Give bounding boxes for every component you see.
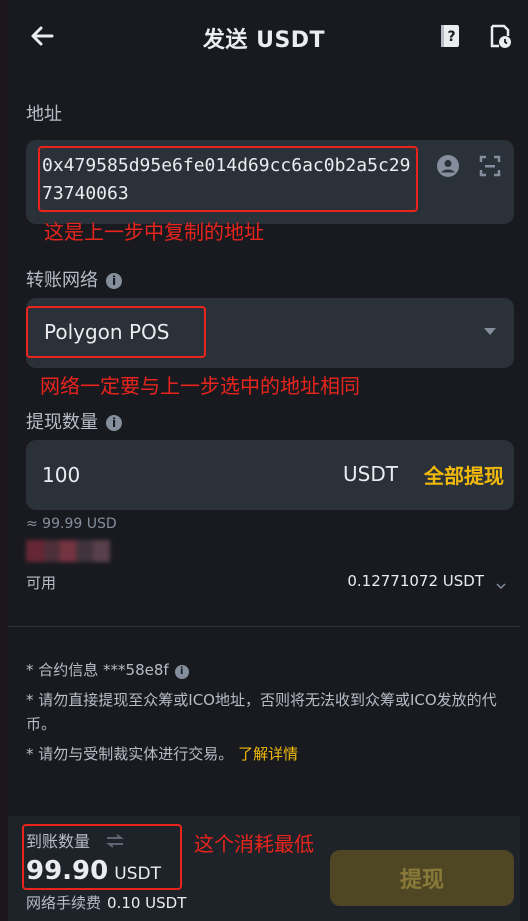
divider bbox=[8, 626, 520, 627]
receive-highlight-box bbox=[22, 824, 182, 890]
amount-label: 提现数量 i bbox=[26, 408, 122, 434]
chevron-down-icon[interactable] bbox=[496, 576, 506, 590]
fee-label: 网络手续费 bbox=[26, 894, 102, 912]
chevron-down-icon bbox=[484, 328, 496, 335]
withdraw-button[interactable]: 提现 bbox=[330, 850, 514, 906]
address-highlight-box bbox=[38, 146, 418, 212]
history-doc-icon[interactable] bbox=[486, 22, 514, 50]
withdraw-all-button[interactable]: 全部提现 bbox=[424, 460, 504, 489]
notes: * 合约信息 ***58e8f i * 请勿直接提现至众筹或ICO地址，否则将无法… bbox=[26, 658, 506, 772]
address-label: 地址 bbox=[26, 104, 62, 125]
send-usdt-screen: 发送 USDT ? 地址 0x479585d95e6fe014d69cc6ac0… bbox=[8, 0, 520, 921]
fee-value: 0.10 USDT bbox=[107, 894, 187, 912]
available-label: 可用 bbox=[26, 574, 57, 592]
scan-icon[interactable] bbox=[478, 154, 502, 178]
amount-input[interactable] bbox=[42, 458, 242, 492]
network-label: 转账网络 i bbox=[26, 266, 122, 292]
contract-note: * 合约信息 ***58e8f i bbox=[26, 658, 506, 682]
contract-note-text: * 合约信息 ***58e8f bbox=[26, 661, 169, 679]
contact-icon[interactable] bbox=[436, 154, 460, 178]
network-fee: 网络手续费 0.10 USDT bbox=[26, 892, 186, 913]
network-label-text: 转账网络 bbox=[26, 270, 98, 291]
ico-warning: * 请勿直接提现至众筹或ICO地址，否则将无法收到众筹或ICO发放的代币。 bbox=[26, 691, 497, 733]
right-edge-strip bbox=[520, 0, 528, 921]
amount-unit: USDT bbox=[343, 462, 398, 486]
redacted-area bbox=[26, 540, 110, 562]
address-annotation: 这是上一步中复制的地址 bbox=[44, 220, 264, 244]
svg-text:?: ? bbox=[447, 29, 455, 45]
network-highlight-box bbox=[26, 306, 206, 358]
left-edge-strip bbox=[0, 0, 8, 921]
info-icon[interactable]: i bbox=[106, 415, 122, 431]
receive-annotation: 这个消耗最低 bbox=[194, 832, 314, 856]
sanction-warning-text: * 请勿与受制裁实体进行交易。 bbox=[26, 745, 234, 763]
amount-label-text: 提现数量 bbox=[26, 412, 98, 433]
help-book-icon[interactable]: ? bbox=[436, 22, 464, 50]
sanction-warning: * 请勿与受制裁实体进行交易。 了解详情 bbox=[26, 742, 506, 766]
header: 发送 USDT ? bbox=[8, 0, 520, 76]
available-value: 0.12771072 USDT bbox=[347, 572, 484, 590]
network-annotation: 网络一定要与上一步选中的地址相同 bbox=[40, 374, 360, 398]
info-icon[interactable]: i bbox=[174, 665, 189, 679]
learn-more-link[interactable]: 了解详情 bbox=[238, 745, 298, 763]
info-icon[interactable]: i bbox=[106, 273, 122, 289]
amount-approx-usd: ≈ 99.99 USD bbox=[26, 516, 117, 532]
amount-field[interactable]: USDT 全部提现 bbox=[26, 440, 514, 510]
